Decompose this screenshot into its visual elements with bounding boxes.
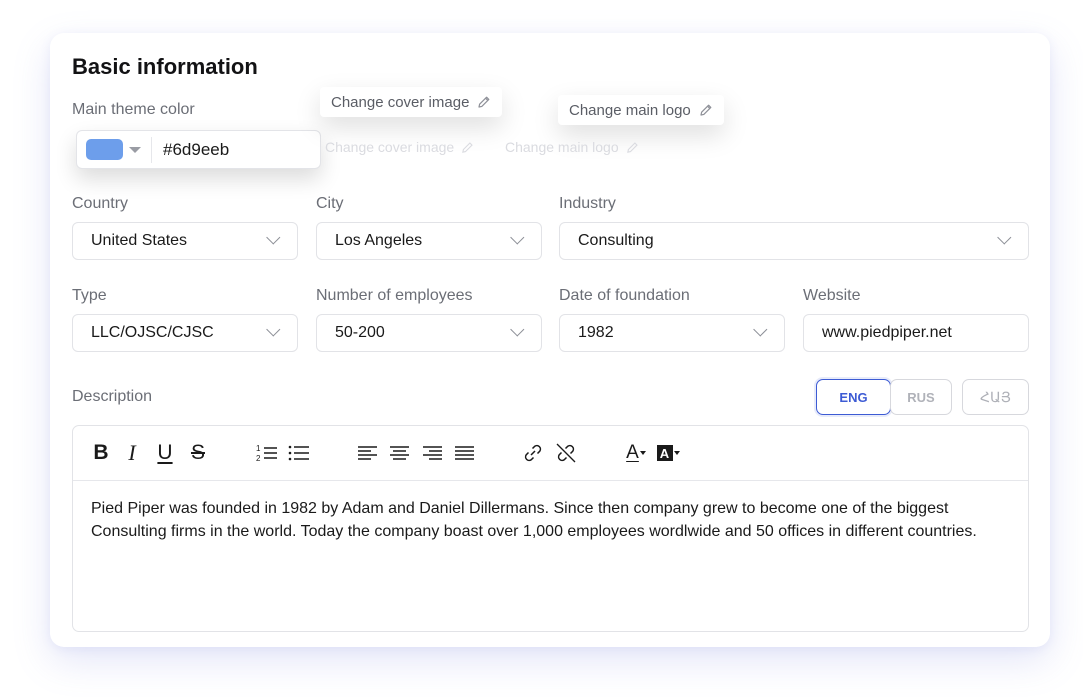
align-justify-icon[interactable] (453, 440, 475, 466)
language-tab-rus[interactable]: RUS (890, 379, 952, 415)
theme-color-hex-input[interactable]: #6d9eeb (163, 140, 229, 160)
language-tab-hay[interactable]: ՀԱՅ (962, 379, 1029, 415)
bold-icon[interactable]: B (91, 440, 111, 466)
ordered-list-icon[interactable]: 12 (255, 440, 279, 466)
foundation-label: Date of foundation (559, 287, 690, 304)
italic-icon[interactable]: I (123, 440, 141, 466)
language-tab-eng[interactable]: ENG (816, 379, 891, 415)
theme-color-label: Main theme color (72, 101, 195, 118)
country-value: United States (91, 232, 188, 249)
editor-toolbar: B I U S 12 A A (73, 426, 1028, 481)
svg-text:2: 2 (256, 454, 261, 463)
description-editor[interactable]: B I U S 12 A A Pied Piper was founded in… (72, 425, 1029, 632)
change-logo-button[interactable]: Change main logo (558, 95, 724, 125)
employees-label: Number of employees (316, 287, 473, 304)
page-title: Basic information (72, 54, 258, 79)
pencil-icon (462, 141, 473, 153)
change-cover-ghost: Change cover image (325, 139, 474, 155)
caret-down-icon (673, 451, 680, 455)
website-label: Website (803, 287, 861, 304)
type-label: Type (72, 287, 107, 304)
caret-down-icon (639, 451, 646, 455)
type-value: LLC/OJSC/CJSC (91, 324, 214, 341)
pencil-icon (700, 104, 712, 116)
ghost-label: Change cover image (325, 139, 455, 155)
country-label: Country (72, 195, 129, 212)
city-value: Los Angeles (335, 232, 423, 249)
theme-color-picker[interactable]: #6d9eeb (76, 130, 321, 169)
pencil-icon (478, 96, 490, 108)
foundation-select[interactable]: 1982 (559, 314, 785, 352)
align-center-icon[interactable] (388, 440, 410, 466)
change-cover-button[interactable]: Change cover image (320, 87, 503, 117)
svg-text:1: 1 (256, 444, 261, 453)
city-label: City (316, 195, 344, 212)
foundation-value: 1982 (578, 324, 614, 341)
ghost-label: Change main logo (505, 139, 619, 155)
color-swatch[interactable] (86, 139, 123, 160)
industry-value: Consulting (578, 232, 654, 249)
link-icon[interactable] (521, 440, 545, 466)
change-cover-label: Change cover image (331, 93, 470, 111)
industry-label: Industry (559, 195, 616, 212)
description-label: Description (72, 388, 153, 405)
highlight-glyph: A (656, 445, 673, 461)
underline-icon[interactable]: U (155, 440, 175, 466)
caret-down-icon[interactable] (129, 147, 141, 153)
unlink-icon[interactable] (554, 440, 578, 466)
industry-select[interactable]: Consulting (559, 222, 1029, 260)
country-select[interactable]: United States (72, 222, 298, 260)
highlight-color-icon[interactable]: A (655, 440, 681, 466)
type-select[interactable]: LLC/OJSC/CJSC (72, 314, 298, 352)
align-left-icon[interactable] (356, 440, 378, 466)
change-logo-label: Change main logo (569, 101, 691, 119)
city-select[interactable]: Los Angeles (316, 222, 542, 260)
description-text[interactable]: Pied Piper was founded in 1982 by Adam a… (91, 497, 1004, 543)
text-color-icon[interactable]: A (623, 440, 649, 466)
change-logo-ghost: Change main logo (505, 139, 639, 155)
employees-select[interactable]: 50-200 (316, 314, 542, 352)
website-value: www.piedpiper.net (822, 324, 952, 341)
website-input[interactable]: www.piedpiper.net (803, 314, 1029, 352)
text-color-glyph: A (626, 442, 639, 463)
basic-information-card: Basic information Main theme color #6d9e… (50, 33, 1050, 647)
bullet-list-icon[interactable] (287, 440, 311, 466)
employees-value: 50-200 (335, 324, 385, 341)
divider (151, 137, 152, 163)
align-right-icon[interactable] (421, 440, 443, 466)
pencil-icon (626, 141, 638, 153)
strikethrough-icon[interactable]: S (188, 440, 208, 466)
